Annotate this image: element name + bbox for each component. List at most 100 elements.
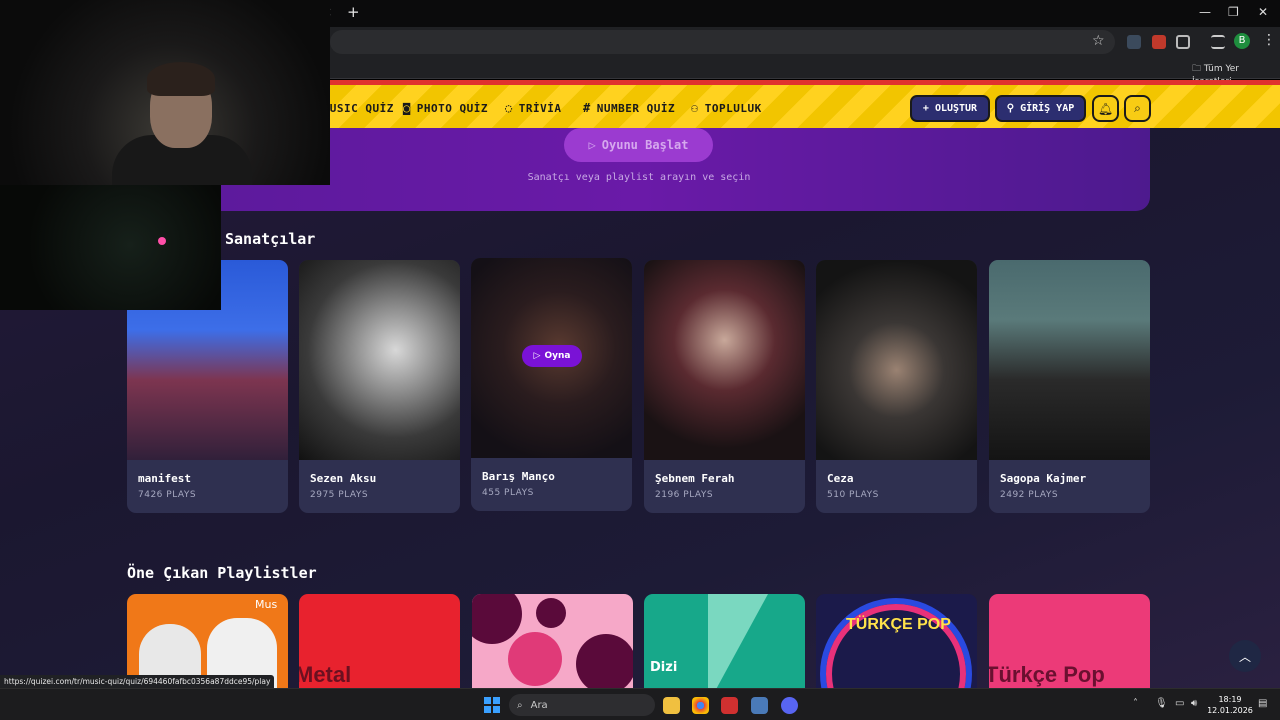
webcam-secondary-overlay <box>0 185 221 310</box>
playlist-card[interactable]: Mus <box>127 594 288 688</box>
artist-plays: 2492 PLAYS <box>1000 490 1059 500</box>
artist-card[interactable]: Ceza 510 PLAYS <box>816 260 977 513</box>
new-tab-icon[interactable]: + <box>347 3 360 21</box>
artist-name: Sagopa Kajmer <box>1000 472 1087 485</box>
nav-music-quiz-label: USIC QUİZ <box>329 101 394 115</box>
artist-name: Ceza <box>827 472 854 485</box>
play-icon: ▷ <box>533 351 541 361</box>
bookmark-star-icon[interactable]: ☆ <box>1092 33 1105 49</box>
tray-chevron-icon[interactable]: ˄ <box>1133 698 1138 709</box>
artist-plays: 2975 PLAYS <box>310 490 369 500</box>
artist-name: Barış Manço <box>482 470 555 483</box>
nav-trivia[interactable]: ◌ TRİVİA <box>505 99 561 117</box>
playlist-title: Dizi <box>650 660 678 675</box>
play-artist-label: Oyna <box>544 351 571 361</box>
start-game-label: Oyunu Başlat <box>601 138 689 152</box>
taskbar-search[interactable]: ⌕ Ara <box>509 694 655 716</box>
status-bar-url: https://quizei.com/tr/music-quiz/quiz/69… <box>0 675 275 688</box>
artist-plays: 510 PLAYS <box>827 490 879 500</box>
playlist-artwork <box>472 594 522 644</box>
artist-card[interactable]: ▷ Oyna Barış Manço 455 PLAYS <box>471 258 632 511</box>
playlist-card[interactable]: TÜRKÇE POP <box>816 594 977 688</box>
playlist-title: TÜRKÇE POP <box>846 616 951 633</box>
address-bar[interactable] <box>330 30 1115 54</box>
windows-start-icon[interactable] <box>484 697 500 713</box>
microphone-icon[interactable]: 🎙︎ <box>1155 698 1168 709</box>
network-icon[interactable]: ▭ <box>1175 698 1184 709</box>
profile-avatar[interactable]: B <box>1234 33 1250 49</box>
nav-number-quiz-label: NUMBER QUİZ <box>596 101 676 115</box>
chevron-up-icon: ︿ <box>1238 649 1251 664</box>
playlist-card[interactable]: Metal <box>299 594 460 688</box>
chat-question-icon: ◌ <box>505 101 513 115</box>
nav-trivia-label: TRİVİA <box>518 101 562 115</box>
file-explorer-icon[interactable] <box>663 697 680 714</box>
create-button-label: OLUŞTUR <box>934 103 978 114</box>
artist-card[interactable]: Sezen Aksu 2975 PLAYS <box>299 260 460 513</box>
nav-photo-quiz-label: PHOTO QUİZ <box>416 101 488 115</box>
nav-community[interactable]: ⚇ TOPLULUK <box>691 99 762 117</box>
artist-photo <box>644 260 805 460</box>
playlist-artwork <box>576 634 633 688</box>
app-icon[interactable] <box>751 697 768 714</box>
artist-name: manifest <box>138 472 191 485</box>
app-icon[interactable] <box>721 697 738 714</box>
playlist-artwork <box>708 594 768 688</box>
nav-number-quiz[interactable]: # NUMBER QUİZ <box>583 99 675 117</box>
chrome-icon[interactable] <box>692 697 709 714</box>
webcam-person-hair <box>147 62 215 96</box>
play-artist-button[interactable]: ▷ Oyna <box>522 345 582 367</box>
artist-photo <box>299 260 460 460</box>
hash-icon: # <box>583 101 591 115</box>
playlist-card[interactable]: Türkçe Pop <box>989 594 1150 688</box>
search-button[interactable]: ⌕ <box>1124 95 1151 122</box>
search-icon: ⌕ <box>517 699 523 711</box>
extension-icon[interactable] <box>1127 35 1141 49</box>
notification-icon[interactable]: ▤ <box>1258 698 1267 709</box>
artist-plays: 7426 PLAYS <box>138 490 197 500</box>
minimize-icon[interactable]: — <box>1199 5 1211 19</box>
extension-record-icon[interactable] <box>1152 35 1166 49</box>
login-button-label: GİRİŞ YAP <box>1020 103 1075 114</box>
taskbar-search-placeholder: Ara <box>530 699 548 711</box>
menu-kebab-icon[interactable]: ⋮ <box>1262 32 1276 48</box>
extensions-puzzle-icon[interactable] <box>1176 35 1190 49</box>
media-control-icon[interactable] <box>1211 35 1225 49</box>
discord-icon[interactable] <box>781 697 798 714</box>
search-icon: ⌕ <box>1134 101 1141 115</box>
create-button[interactable]: + OLUŞTUR <box>910 95 990 122</box>
start-game-button[interactable]: ▷ Oyunu Başlat <box>564 128 713 162</box>
bell-icon: 🔔︎ <box>1097 101 1114 116</box>
camera-icon: ◙ <box>403 101 411 115</box>
artist-photo <box>816 260 977 460</box>
taskbar-clock[interactable]: 18:19 12.01.2026 <box>1206 694 1254 716</box>
windows-taskbar: ⌕ Ara ˄ 🎙︎ ▭ 🔊︎ 18:19 12.01.2026 ▤ <box>0 688 1280 720</box>
artist-plays: 455 PLAYS <box>482 488 534 498</box>
clock-date: 12.01.2026 <box>1207 706 1253 715</box>
plus-icon: + <box>922 103 929 114</box>
artist-photo <box>989 260 1150 460</box>
clock-time: 18:19 <box>1218 695 1242 704</box>
apple-music-logo: Mus <box>255 598 278 611</box>
restore-icon[interactable]: ❐ <box>1228 5 1239 19</box>
notifications-button[interactable]: 🔔︎ <box>1092 95 1119 122</box>
login-button[interactable]: ⚲ GİRİŞ YAP <box>995 95 1086 122</box>
play-circle-icon: ▷ <box>588 138 596 152</box>
artist-card[interactable]: Şebnem Ferah 2196 PLAYS <box>644 260 805 513</box>
playlist-card[interactable] <box>472 594 633 688</box>
artist-card[interactable]: Sagopa Kajmer 2492 PLAYS <box>989 260 1150 513</box>
close-window-icon[interactable]: ✕ <box>1258 5 1268 19</box>
artists-section-title: Sanatçılar <box>225 230 316 248</box>
playlist-artwork <box>536 598 566 628</box>
user-icon: ⚲ <box>1006 103 1015 114</box>
artist-plays: 2196 PLAYS <box>655 490 714 500</box>
artist-name: Sezen Aksu <box>310 472 377 485</box>
playlist-card[interactable]: Dizi <box>644 594 805 688</box>
nav-photo-quiz[interactable]: ◙ PHOTO QUİZ <box>403 99 488 117</box>
scroll-to-top-button[interactable]: ︿ <box>1229 640 1261 672</box>
artist-name: Şebnem Ferah <box>655 472 735 485</box>
volume-icon[interactable]: 🔊︎ <box>1191 698 1197 709</box>
playlist-title: Türkçe Pop <box>989 662 1105 687</box>
playlist-title: Metal <box>299 662 352 687</box>
pink-light <box>158 237 166 245</box>
